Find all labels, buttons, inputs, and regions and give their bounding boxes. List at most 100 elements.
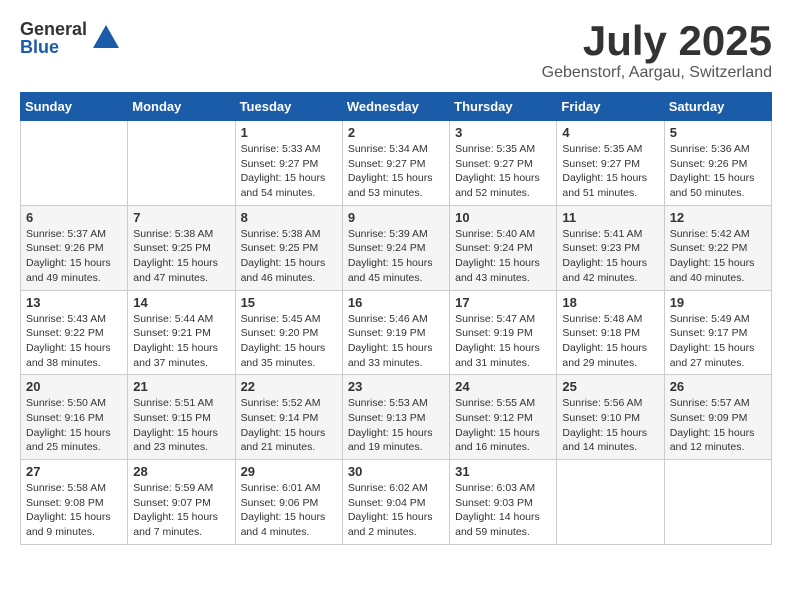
day-number: 23 <box>348 379 444 394</box>
cell-info: Sunrise: 5:47 AM Sunset: 9:19 PM Dayligh… <box>455 312 551 371</box>
cell-info: Sunrise: 5:59 AM Sunset: 9:07 PM Dayligh… <box>133 481 229 540</box>
day-number: 20 <box>26 379 122 394</box>
calendar-cell: 4Sunrise: 5:35 AM Sunset: 9:27 PM Daylig… <box>557 121 664 206</box>
day-number: 22 <box>241 379 337 394</box>
calendar-cell: 18 Sunrise: 5:48 AM Sunset: 9:18 PM Dayli… <box>557 290 664 375</box>
cell-info: Sunrise: 5:45 AM Sunset: 9:20 PM Dayligh… <box>241 312 337 371</box>
calendar-cell: 23 Sunrise: 5:53 AM Sunset: 9:13 PM Dayli… <box>342 375 449 460</box>
calendar-cell: 6 Sunrise: 5:37 AM Sunset: 9:26 PM Daylig… <box>21 205 128 290</box>
cell-info: Sunrise: 5:44 AM Sunset: 9:21 PM Dayligh… <box>133 312 229 371</box>
cell-info: Sunrise: 5:42 AM Sunset: 9:22 PM Dayligh… <box>670 227 766 286</box>
calendar-cell: 1Sunrise: 5:33 AM Sunset: 9:27 PM Daylig… <box>235 121 342 206</box>
day-number: 30 <box>348 464 444 479</box>
location: Gebenstorf, Aargau, Switzerland <box>542 64 772 82</box>
calendar-cell: 10 Sunrise: 5:40 AM Sunset: 9:24 PM Dayli… <box>450 205 557 290</box>
logo-blue-text: Blue <box>20 38 87 56</box>
cell-info: Sunrise: 5:35 AM Sunset: 9:27 PM Dayligh… <box>455 142 551 201</box>
day-number: 3 <box>455 125 551 140</box>
day-number: 13 <box>26 295 122 310</box>
day-number: 8 <box>241 210 337 225</box>
calendar-cell: 22 Sunrise: 5:52 AM Sunset: 9:14 PM Dayli… <box>235 375 342 460</box>
logo-general-text: General <box>20 20 87 38</box>
calendar-cell <box>21 121 128 206</box>
cell-info: Sunrise: 5:51 AM Sunset: 9:15 PM Dayligh… <box>133 396 229 455</box>
calendar-cell: 8 Sunrise: 5:38 AM Sunset: 9:25 PM Daylig… <box>235 205 342 290</box>
cell-info: Sunrise: 5:40 AM Sunset: 9:24 PM Dayligh… <box>455 227 551 286</box>
calendar-cell: 19 Sunrise: 5:49 AM Sunset: 9:17 PM Dayli… <box>664 290 771 375</box>
calendar-week-row: 13 Sunrise: 5:43 AM Sunset: 9:22 PM Dayli… <box>21 290 772 375</box>
calendar-day-header: Sunday <box>21 93 128 121</box>
day-number: 10 <box>455 210 551 225</box>
calendar-cell: 29Sunrise: 6:01 AM Sunset: 9:06 PM Dayli… <box>235 460 342 545</box>
calendar-cell: 2 Sunrise: 5:34 AM Sunset: 9:27 PM Daylig… <box>342 121 449 206</box>
calendar-cell: 11 Sunrise: 5:41 AM Sunset: 9:23 PM Dayli… <box>557 205 664 290</box>
cell-info: Sunrise: 5:38 AM Sunset: 9:25 PM Dayligh… <box>241 227 337 286</box>
cell-info: Sunrise: 5:34 AM Sunset: 9:27 PM Dayligh… <box>348 142 444 201</box>
cell-info: Sunrise: 6:01 AM Sunset: 9:06 PM Dayligh… <box>241 481 337 540</box>
cell-info: Sunrise: 5:58 AM Sunset: 9:08 PM Dayligh… <box>26 481 122 540</box>
calendar-day-header: Monday <box>128 93 235 121</box>
calendar-cell <box>128 121 235 206</box>
month-title: July 2025 <box>542 20 772 62</box>
cell-info: Sunrise: 5:52 AM Sunset: 9:14 PM Dayligh… <box>241 396 337 455</box>
day-number: 26 <box>670 379 766 394</box>
calendar-cell: 14Sunrise: 5:44 AM Sunset: 9:21 PM Dayli… <box>128 290 235 375</box>
calendar-cell <box>664 460 771 545</box>
calendar-cell <box>557 460 664 545</box>
day-number: 17 <box>455 295 551 310</box>
calendar-cell: 15 Sunrise: 5:45 AM Sunset: 9:20 PM Dayli… <box>235 290 342 375</box>
calendar-cell: 26Sunrise: 5:57 AM Sunset: 9:09 PM Dayli… <box>664 375 771 460</box>
calendar-day-header: Saturday <box>664 93 771 121</box>
day-number: 5 <box>670 125 766 140</box>
calendar-cell: 12 Sunrise: 5:42 AM Sunset: 9:22 PM Dayli… <box>664 205 771 290</box>
day-number: 7 <box>133 210 229 225</box>
day-number: 25 <box>562 379 658 394</box>
cell-info: Sunrise: 5:37 AM Sunset: 9:26 PM Dayligh… <box>26 227 122 286</box>
cell-info: Sunrise: 5:50 AM Sunset: 9:16 PM Dayligh… <box>26 396 122 455</box>
calendar-cell: 16Sunrise: 5:46 AM Sunset: 9:19 PM Dayli… <box>342 290 449 375</box>
cell-info: Sunrise: 5:55 AM Sunset: 9:12 PM Dayligh… <box>455 396 551 455</box>
title-area: July 2025 Gebenstorf, Aargau, Switzerlan… <box>542 20 772 82</box>
calendar-week-row: 27 Sunrise: 5:58 AM Sunset: 9:08 PM Dayli… <box>21 460 772 545</box>
calendar-cell: 30 Sunrise: 6:02 AM Sunset: 9:04 PM Dayli… <box>342 460 449 545</box>
calendar-header-row: SundayMondayTuesdayWednesdayThursdayFrid… <box>21 93 772 121</box>
cell-info: Sunrise: 5:38 AM Sunset: 9:25 PM Dayligh… <box>133 227 229 286</box>
day-number: 19 <box>670 295 766 310</box>
calendar-day-header: Wednesday <box>342 93 449 121</box>
day-number: 18 <box>562 295 658 310</box>
cell-info: Sunrise: 6:02 AM Sunset: 9:04 PM Dayligh… <box>348 481 444 540</box>
calendar-week-row: 1Sunrise: 5:33 AM Sunset: 9:27 PM Daylig… <box>21 121 772 206</box>
cell-info: Sunrise: 5:41 AM Sunset: 9:23 PM Dayligh… <box>562 227 658 286</box>
logo-icon <box>91 23 121 53</box>
calendar-cell: 28Sunrise: 5:59 AM Sunset: 9:07 PM Dayli… <box>128 460 235 545</box>
calendar-cell: 5 Sunrise: 5:36 AM Sunset: 9:26 PM Daylig… <box>664 121 771 206</box>
calendar-cell: 25 Sunrise: 5:56 AM Sunset: 9:10 PM Dayli… <box>557 375 664 460</box>
calendar-table: SundayMondayTuesdayWednesdayThursdayFrid… <box>20 92 772 545</box>
calendar-cell: 31 Sunrise: 6:03 AM Sunset: 9:03 PM Dayli… <box>450 460 557 545</box>
day-number: 16 <box>348 295 444 310</box>
calendar-day-header: Thursday <box>450 93 557 121</box>
day-number: 15 <box>241 295 337 310</box>
day-number: 6 <box>26 210 122 225</box>
calendar-cell: 24Sunrise: 5:55 AM Sunset: 9:12 PM Dayli… <box>450 375 557 460</box>
calendar-cell: 27 Sunrise: 5:58 AM Sunset: 9:08 PM Dayli… <box>21 460 128 545</box>
day-number: 31 <box>455 464 551 479</box>
cell-info: Sunrise: 5:53 AM Sunset: 9:13 PM Dayligh… <box>348 396 444 455</box>
calendar-cell: 7 Sunrise: 5:38 AM Sunset: 9:25 PM Daylig… <box>128 205 235 290</box>
calendar-cell: 20 Sunrise: 5:50 AM Sunset: 9:16 PM Dayli… <box>21 375 128 460</box>
cell-info: Sunrise: 5:48 AM Sunset: 9:18 PM Dayligh… <box>562 312 658 371</box>
cell-info: Sunrise: 6:03 AM Sunset: 9:03 PM Dayligh… <box>455 481 551 540</box>
day-number: 12 <box>670 210 766 225</box>
day-number: 1 <box>241 125 337 140</box>
cell-info: Sunrise: 5:56 AM Sunset: 9:10 PM Dayligh… <box>562 396 658 455</box>
cell-info: Sunrise: 5:43 AM Sunset: 9:22 PM Dayligh… <box>26 312 122 371</box>
calendar-day-header: Tuesday <box>235 93 342 121</box>
cell-info: Sunrise: 5:49 AM Sunset: 9:17 PM Dayligh… <box>670 312 766 371</box>
calendar-week-row: 6 Sunrise: 5:37 AM Sunset: 9:26 PM Daylig… <box>21 205 772 290</box>
day-number: 27 <box>26 464 122 479</box>
cell-info: Sunrise: 5:39 AM Sunset: 9:24 PM Dayligh… <box>348 227 444 286</box>
day-number: 2 <box>348 125 444 140</box>
calendar-day-header: Friday <box>557 93 664 121</box>
cell-info: Sunrise: 5:36 AM Sunset: 9:26 PM Dayligh… <box>670 142 766 201</box>
day-number: 11 <box>562 210 658 225</box>
